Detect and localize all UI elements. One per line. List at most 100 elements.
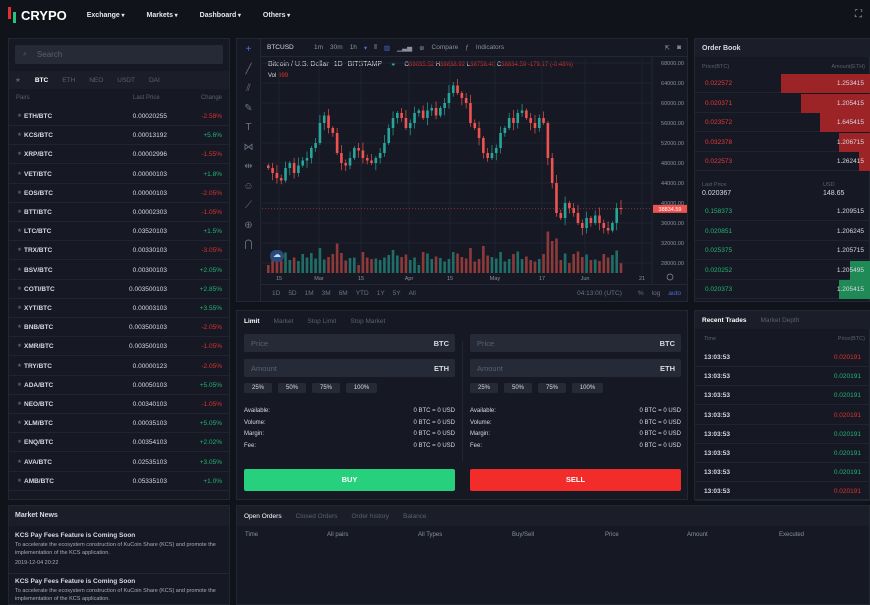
market-row[interactable]: ★ AVA/BTC 0.02535103 +3.05%: [9, 453, 229, 472]
tab-neo[interactable]: NEO: [89, 77, 103, 84]
tab-usdt[interactable]: USDT: [117, 77, 135, 84]
favorite-star-icon[interactable]: ★: [17, 267, 22, 273]
market-row[interactable]: ★ LTC/BTC 0.03520103 +1.5%: [9, 222, 229, 242]
market-row[interactable]: ★ XLM/BTC 0.00035103 +5.05%: [9, 414, 229, 434]
tab-eth[interactable]: ETH: [62, 77, 75, 84]
asks-row[interactable]: 0.023572 1.645415: [695, 113, 870, 132]
bids-row[interactable]: 0.020851 1.206245: [695, 222, 870, 241]
price-chart[interactable]: 68000.00 64000.00 60000.00 56000.00 52000.00…: [237, 39, 689, 303]
favorite-star-icon[interactable]: ★: [17, 478, 22, 484]
market-row[interactable]: ★ XRP/BTC 0.00002996 -1.55%: [9, 145, 229, 165]
tab-btc[interactable]: BTC: [35, 77, 48, 84]
buy-pct-50[interactable]: 50%: [278, 383, 306, 393]
bids-row[interactable]: 0.020373 1.205415: [695, 280, 870, 299]
market-row[interactable]: ★ KCS/BTC 0.00013192 +5.6%: [9, 126, 229, 146]
favorite-star-icon[interactable]: ★: [17, 401, 22, 407]
buy-button[interactable]: BUY: [244, 469, 455, 491]
auto-toggle[interactable]: auto: [668, 290, 681, 297]
range-5y[interactable]: 5Y: [393, 290, 401, 297]
favorite-star-icon[interactable]: ★: [17, 420, 22, 426]
favorite-star-icon[interactable]: ★: [17, 132, 22, 138]
news-item[interactable]: KCS Pay Fees Feature is Coming Soon To a…: [15, 578, 220, 603]
sell-pct-100[interactable]: 100%: [572, 383, 603, 393]
buy-pct-75[interactable]: 75%: [312, 383, 340, 393]
orders-col-header[interactable]: Buy/Sell: [512, 532, 534, 538]
favorite-star-icon[interactable]: ★: [17, 343, 22, 349]
favorite-star-icon[interactable]: ★: [17, 324, 22, 330]
range-ytd[interactable]: YTD: [356, 290, 369, 297]
orders-col-header[interactable]: All Types: [418, 532, 442, 538]
tab-stop-market[interactable]: Stop Market: [350, 318, 385, 325]
orders-col-header[interactable]: Executed: [779, 532, 804, 538]
favorite-star-icon[interactable]: ★: [17, 363, 22, 369]
market-row[interactable]: ★ ENQ/BTC 0.00354103 +2.02%: [9, 433, 229, 453]
tab-order-history[interactable]: Order history: [351, 513, 389, 520]
favorite-star-icon[interactable]: ★: [17, 247, 22, 253]
tradingview-logo-icon[interactable]: ☁: [270, 250, 284, 262]
favorite-star-icon[interactable]: ★: [17, 305, 22, 311]
tab-market[interactable]: Market: [274, 318, 294, 325]
bids-row[interactable]: 0.025375 1.205715: [695, 241, 870, 260]
market-row[interactable]: ★ COTI/BTC 0.003500103 +2.85%: [9, 280, 229, 299]
market-row[interactable]: ★ TRX/BTC 0.00330103 -3.05%: [9, 241, 229, 261]
tab-dai[interactable]: DAI: [149, 77, 160, 84]
search-input[interactable]: ⌕ Search: [15, 45, 223, 64]
market-row[interactable]: ★ XYT/BTC 0.00003103 +3.55%: [9, 299, 229, 318]
bids-row[interactable]: 0.158373 1.209515: [695, 202, 870, 221]
menu-exchange[interactable]: Exchange: [87, 12, 125, 19]
market-row[interactable]: ★ ADA/BTC 0.00050103 +5.05%: [9, 376, 229, 395]
range-5d[interactable]: 5D: [288, 290, 296, 297]
market-row[interactable]: ★ ETH/BTC 0.00020255 -2.58%: [9, 107, 229, 126]
favorite-star-icon[interactable]: ★: [17, 439, 22, 445]
range-6m[interactable]: 6M: [339, 290, 348, 297]
orders-col-header[interactable]: Price: [605, 532, 619, 538]
fullscreen-icon[interactable]: ⛶: [855, 9, 862, 20]
favorite-star-icon[interactable]: ★: [17, 228, 22, 234]
buy-pct-100[interactable]: 100%: [346, 383, 377, 393]
market-row[interactable]: ★ BNB/BTC 0.003500103 -2.05%: [9, 318, 229, 338]
sell-pct-25[interactable]: 25%: [470, 383, 498, 393]
news-item[interactable]: KCS Pay Fees Feature is Coming Soon To a…: [15, 532, 220, 566]
tab-open-orders[interactable]: Open Orders: [244, 513, 282, 520]
menu-dashboard[interactable]: Dashboard: [200, 12, 241, 19]
favorite-star-icon[interactable]: ★: [17, 113, 22, 119]
market-row[interactable]: ★ XMR/BTC 0.003500103 -1.05%: [9, 337, 229, 357]
tab-closed-orders[interactable]: Closed Orders: [296, 513, 338, 520]
market-row[interactable]: ★ BTT/BTC 0.00002303 -1.05%: [9, 203, 229, 222]
favorite-star-icon[interactable]: ★: [17, 209, 22, 215]
favorite-star-icon[interactable]: ★: [17, 190, 22, 196]
asks-row[interactable]: 0.020371 1.205415: [695, 93, 870, 113]
range-1d[interactable]: 1D: [272, 290, 280, 297]
sell-pct-75[interactable]: 75%: [538, 383, 566, 393]
buy-price-input[interactable]: Price BTC: [244, 334, 455, 352]
market-row[interactable]: ★ NEO/BTC 0.00340103 -1.05%: [9, 395, 229, 414]
percent-toggle[interactable]: %: [638, 290, 644, 297]
asks-row[interactable]: 0.022572 1.253415: [695, 74, 870, 93]
favorite-star-icon[interactable]: ★: [17, 151, 22, 157]
sell-amount-input[interactable]: Amount ETH: [470, 359, 681, 377]
favorite-star-icon[interactable]: ★: [17, 382, 22, 388]
favorites-star-icon[interactable]: ★: [15, 76, 21, 84]
range-3m[interactable]: 3M: [322, 290, 331, 297]
tab-recent-trades[interactable]: Recent Trades: [702, 317, 746, 324]
market-row[interactable]: ★ EOS/BTC 0.00000103 -2.05%: [9, 184, 229, 203]
log-toggle[interactable]: log: [652, 290, 661, 297]
buy-amount-input[interactable]: Amount ETH: [244, 359, 455, 377]
market-row[interactable]: ★ BSV/BTC 0.00300103 +2.05%: [9, 261, 229, 280]
asks-row[interactable]: 0.032378 1.206715: [695, 132, 870, 152]
tab-market-depth[interactable]: Market Depth: [760, 317, 799, 324]
tab-balance[interactable]: Balance: [403, 513, 427, 520]
market-row[interactable]: ★ VET/BTC 0.00000103 +1.8%: [9, 165, 229, 184]
tab-limit[interactable]: Limit: [244, 318, 260, 325]
orders-col-header[interactable]: All pairs: [327, 532, 348, 538]
favorite-star-icon[interactable]: ★: [17, 459, 22, 465]
menu-markets[interactable]: Markets: [147, 12, 178, 19]
range-1m[interactable]: 1M: [305, 290, 314, 297]
range-1y[interactable]: 1Y: [377, 290, 385, 297]
bids-row[interactable]: 0.020252 1.205495: [695, 260, 870, 280]
tab-stop-limit[interactable]: Stop Limit: [307, 318, 336, 325]
buy-pct-25[interactable]: 25%: [244, 383, 272, 393]
sell-button[interactable]: SELL: [470, 469, 681, 491]
market-row[interactable]: ★ AMB/BTC 0.05335103 +1.0%: [9, 472, 229, 491]
sell-pct-50[interactable]: 50%: [504, 383, 532, 393]
